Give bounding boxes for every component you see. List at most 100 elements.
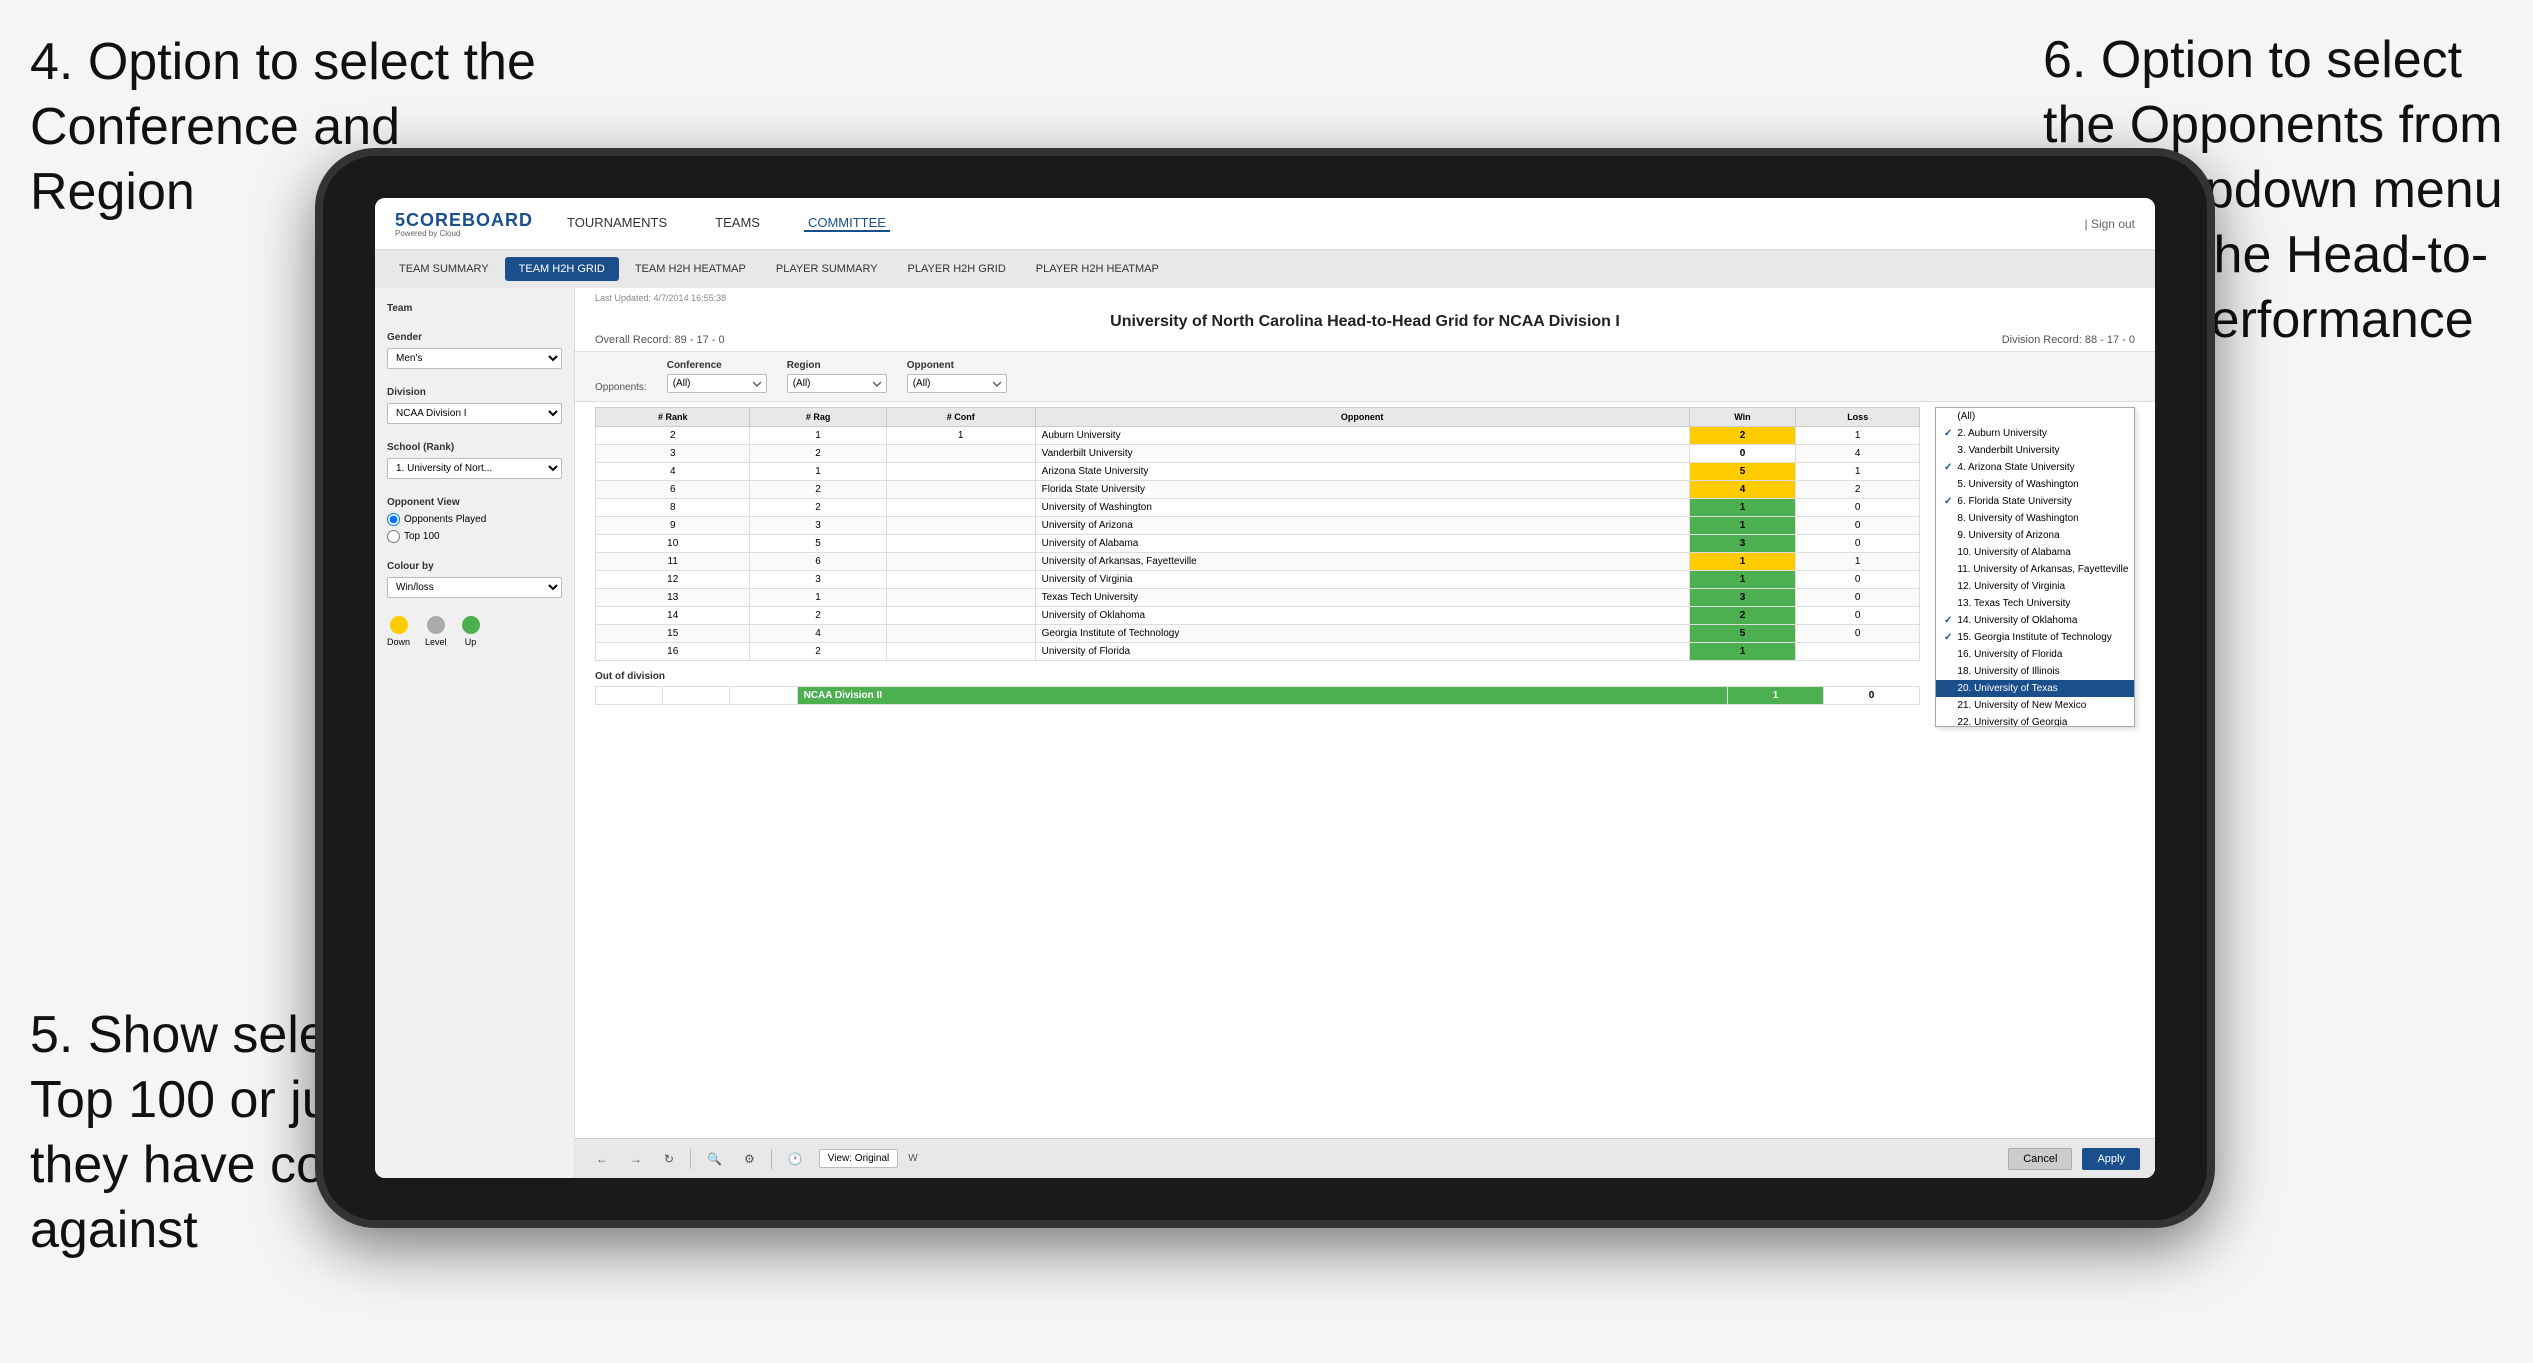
table-row: 14 2 University of Oklahoma 2 0	[596, 607, 1920, 625]
tab-player-summary[interactable]: PLAYER SUMMARY	[762, 257, 892, 281]
colour-by-select[interactable]: Win/loss	[387, 577, 562, 598]
cell-conf	[886, 589, 1035, 607]
colour-by-section: Colour by Win/loss	[387, 561, 562, 598]
cell-rag: 4	[750, 625, 886, 643]
cell-win: 0	[1689, 445, 1796, 463]
tab-team-h2h-grid[interactable]: TEAM H2H GRID	[505, 257, 619, 281]
dropdown-item[interactable]: ✓ 8. University of Washington	[1936, 510, 2134, 527]
legend-down: Down	[387, 616, 410, 647]
legend-level: Level	[425, 616, 447, 647]
table-row: 11 6 University of Arkansas, Fayettevill…	[596, 553, 1920, 571]
ncaa-division-ii: NCAA Division II	[797, 687, 1727, 705]
col-rank: # Rank	[596, 408, 750, 427]
dropdown-item[interactable]: ✓ 10. University of Alabama	[1936, 544, 2134, 561]
region-select[interactable]: (All)	[787, 374, 887, 393]
division-label: Division	[387, 387, 562, 398]
dropdown-item-label: ✓ 10. University of Alabama	[1944, 547, 2126, 558]
cell-conf: 1	[886, 427, 1035, 445]
dropdown-item[interactable]: ✓ 22. University of Georgia	[1936, 714, 2134, 727]
dropdown-item[interactable]: ✓ 15. Georgia Institute of Technology	[1936, 629, 2134, 646]
dropdown-item[interactable]: ✓ 2. Auburn University	[1936, 425, 2134, 442]
table-row: 13 1 Texas Tech University 3 0	[596, 589, 1920, 607]
cancel-button[interactable]: Cancel	[2008, 1148, 2072, 1170]
color-legend: Down Level Up	[387, 616, 562, 647]
school-select[interactable]: 1. University of Nort...	[387, 458, 562, 479]
view-original-btn[interactable]: View: Original	[819, 1149, 899, 1168]
colour-by-label: Colour by	[387, 561, 562, 572]
undo-btn[interactable]: ←	[590, 1149, 614, 1169]
dropdown-item[interactable]: ✓ 6. Florida State University	[1936, 493, 2134, 510]
radio-opponents-played[interactable]: Opponents Played	[387, 513, 562, 526]
cell-opponent-name: Vanderbilt University	[1035, 445, 1689, 463]
team-label: Team	[387, 303, 562, 314]
team-section: Team	[387, 303, 562, 314]
table-row: 9 3 University of Arizona 1 0	[596, 517, 1920, 535]
dropdown-item-label: ✓ 3. Vanderbilt University	[1944, 445, 2126, 456]
dropdown-item-label: ✓ 9. University of Arizona	[1944, 530, 2126, 541]
gender-select[interactable]: Men's	[387, 348, 562, 369]
settings-btn[interactable]: ⚙	[738, 1149, 761, 1169]
tab-team-h2h-heatmap[interactable]: TEAM H2H HEATMAP	[621, 257, 760, 281]
redo-btn[interactable]: →	[624, 1149, 648, 1169]
cell-rag: 2	[750, 607, 886, 625]
legend-up-dot	[462, 616, 480, 634]
dropdown-item[interactable]: ✓ 3. Vanderbilt University	[1936, 442, 2134, 459]
cell-rag: 2	[750, 499, 886, 517]
conference-select[interactable]: (All)	[667, 374, 767, 393]
col-conf: # Conf	[886, 408, 1035, 427]
clock-btn[interactable]: 🕐	[782, 1149, 809, 1169]
cell-conf	[886, 481, 1035, 499]
dropdown-item[interactable]: ✓ 16. University of Florida	[1936, 646, 2134, 663]
dropdown-item[interactable]: ✓ 20. University of Texas	[1936, 680, 2134, 697]
opponent-dropdown[interactable]: ✓ (All) ✓ 2. Auburn University ✓ 3. Vander…	[1935, 407, 2135, 727]
cell-win: 4	[1689, 481, 1796, 499]
tab-player-h2h-grid[interactable]: PLAYER H2H GRID	[894, 257, 1020, 281]
tab-team-summary[interactable]: TEAM SUMMARY	[385, 257, 503, 281]
dropdown-item[interactable]: ✓ 5. University of Washington	[1936, 476, 2134, 493]
nav-committee[interactable]: COMMITTEE	[804, 215, 890, 232]
dropdown-item-label: ✓ (All)	[1944, 411, 2126, 422]
opponent-select[interactable]: (All)	[907, 374, 1007, 393]
cell-opponent-name: University of Florida	[1035, 643, 1689, 661]
opponent-filter-label: Opponent	[907, 360, 1007, 371]
cell-rag: 2	[750, 445, 886, 463]
legend-level-dot	[427, 616, 445, 634]
dropdown-item[interactable]: ✓ 12. University of Virginia	[1936, 578, 2134, 595]
dropdown-item[interactable]: ✓ 14. University of Oklahoma	[1936, 612, 2134, 629]
opponent-view-section: Opponent View Opponents Played Top 100	[387, 497, 562, 543]
refresh-btn[interactable]: ↻	[658, 1149, 680, 1169]
zoom-btn[interactable]: 🔍	[701, 1149, 728, 1169]
dropdown-item[interactable]: ✓ 4. Arizona State University	[1936, 459, 2134, 476]
dropdown-item[interactable]: ✓ (All)	[1936, 408, 2134, 425]
cell-conf	[886, 517, 1035, 535]
cell-conf	[886, 553, 1035, 571]
legend-up: Up	[462, 616, 480, 647]
table-row: 10 5 University of Alabama 3 0	[596, 535, 1920, 553]
col-loss: Loss	[1796, 408, 1920, 427]
cell-rag: 2	[750, 643, 886, 661]
nav-tournaments[interactable]: TOURNAMENTS	[563, 215, 671, 232]
dropdown-item[interactable]: ✓ 13. Texas Tech University	[1936, 595, 2134, 612]
dropdown-item[interactable]: ✓ 11. University of Arkansas, Fayettevil…	[1936, 561, 2134, 578]
cell-conf	[886, 463, 1035, 481]
cell-rank: 14	[596, 607, 750, 625]
dropdown-item[interactable]: ✓ 9. University of Arizona	[1936, 527, 2134, 544]
dropdown-item[interactable]: ✓ 18. University of Illinois	[1936, 663, 2134, 680]
dropdown-item[interactable]: ✓ 21. University of New Mexico	[1936, 697, 2134, 714]
dropdown-item-label: ✓ 13. Texas Tech University	[1944, 598, 2126, 609]
apply-button[interactable]: Apply	[2082, 1148, 2140, 1170]
tab-player-h2h-heatmap[interactable]: PLAYER H2H HEATMAP	[1022, 257, 1173, 281]
radio-top-100[interactable]: Top 100	[387, 530, 562, 543]
cell-rank: 6	[596, 481, 750, 499]
dropdown-item-label: ✓ 18. University of Illinois	[1944, 666, 2126, 677]
top-nav-right: | Sign out	[2085, 217, 2135, 231]
table-row: 12 3 University of Virginia 1 0	[596, 571, 1920, 589]
cell-opponent-name: Auburn University	[1035, 427, 1689, 445]
table-row: 3 2 Vanderbilt University 0 4	[596, 445, 1920, 463]
division-select[interactable]: NCAA Division I	[387, 403, 562, 424]
cell-rank: 16	[596, 643, 750, 661]
cell-loss: 1	[1796, 553, 1920, 571]
nav-teams[interactable]: TEAMS	[711, 215, 764, 232]
dropdown-item-label: ✓ 16. University of Florida	[1944, 649, 2126, 660]
ncaa-div-loss: 0	[1823, 687, 1919, 705]
